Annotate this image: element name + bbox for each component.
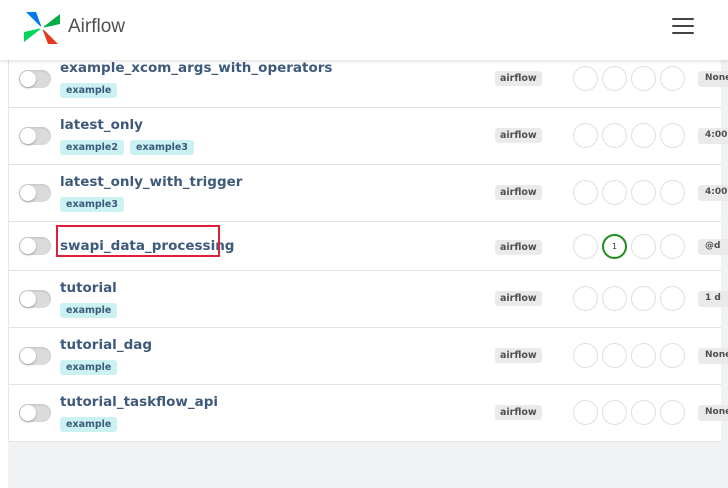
dag-row: latest_only example2 example3 airflow 4:… (9, 108, 728, 165)
dag-row: swapi_data_processing airflow 1 @d (9, 222, 728, 271)
dag-tag[interactable]: example (60, 303, 118, 318)
task-state-circle[interactable] (573, 234, 598, 259)
task-state-circle[interactable] (573, 66, 598, 91)
dag-link[interactable]: tutorial_taskflow_api (60, 394, 218, 410)
schedule-badge[interactable]: None (698, 71, 728, 87)
task-state-circle[interactable] (660, 66, 685, 91)
dag-tags: example (60, 417, 118, 432)
task-state-circle[interactable] (602, 123, 627, 148)
dag-link[interactable]: latest_only_with_trigger (60, 174, 242, 190)
owner-badge[interactable]: airflow (495, 71, 542, 86)
recent-tasks (573, 66, 685, 91)
top-navbar: Airflow (0, 0, 728, 60)
recent-tasks (573, 343, 685, 368)
dag-pause-toggle[interactable] (19, 127, 51, 145)
dag-row: tutorial_taskflow_api example airflow No… (9, 385, 728, 442)
task-state-circle[interactable] (660, 180, 685, 205)
dag-link[interactable]: latest_only (60, 117, 143, 133)
dag-pause-toggle[interactable] (19, 70, 51, 88)
recent-tasks (573, 180, 685, 205)
task-state-circle[interactable] (573, 180, 598, 205)
owner-badge[interactable]: airflow (495, 348, 542, 363)
dag-tags: example (60, 360, 118, 375)
owner-badge[interactable]: airflow (495, 185, 542, 200)
owner-badge[interactable]: airflow (495, 291, 542, 306)
dag-pause-toggle[interactable] (19, 290, 51, 308)
dag-link[interactable]: example_xcom_args_with_operators (60, 60, 332, 76)
owner-badge[interactable]: airflow (495, 405, 542, 420)
menu-icon[interactable] (672, 17, 696, 35)
task-state-circle[interactable] (660, 123, 685, 148)
task-state-circle[interactable] (573, 123, 598, 148)
task-state-circle[interactable] (602, 66, 627, 91)
task-state-circle[interactable] (660, 400, 685, 425)
dag-tags: example3 (60, 197, 124, 212)
dag-pause-toggle[interactable] (19, 404, 51, 422)
highlight-box (56, 225, 220, 257)
schedule-badge[interactable]: 4:00 (698, 128, 728, 144)
task-state-circle[interactable] (631, 234, 656, 259)
task-state-circle[interactable] (631, 400, 656, 425)
dag-tag[interactable]: example (60, 83, 118, 98)
dag-tag[interactable]: example (60, 360, 118, 375)
recent-tasks (573, 123, 685, 148)
dag-link[interactable]: tutorial_dag (60, 337, 152, 353)
dag-row: tutorial example airflow 1 d (9, 271, 728, 328)
schedule-badge[interactable]: @d (698, 239, 728, 255)
task-state-circle[interactable] (631, 343, 656, 368)
dag-tag[interactable]: example3 (60, 197, 124, 212)
schedule-badge[interactable]: 4:00 (698, 185, 728, 201)
task-state-circle[interactable] (602, 180, 627, 205)
schedule-badge[interactable]: None (698, 405, 728, 421)
dag-tag[interactable]: example (60, 417, 118, 432)
dag-rows: example_xcom_args_with_operators example… (8, 48, 728, 442)
dag-tags: example (60, 83, 118, 98)
task-state-circle[interactable] (573, 400, 598, 425)
task-state-circle[interactable] (602, 343, 627, 368)
owner-badge[interactable]: airflow (495, 128, 542, 143)
dag-tags: example2 example3 (60, 140, 194, 155)
dag-pause-toggle[interactable] (19, 184, 51, 202)
dag-pause-toggle[interactable] (19, 347, 51, 365)
task-state-circle[interactable] (602, 400, 627, 425)
dag-tag[interactable]: example3 (130, 140, 194, 155)
task-state-circle[interactable] (660, 286, 685, 311)
recent-tasks (573, 286, 685, 311)
dag-tag[interactable]: example2 (60, 140, 124, 155)
dag-table: example_xcom_args_with_operators example… (8, 48, 728, 488)
task-state-circle[interactable] (631, 123, 656, 148)
task-state-circle[interactable] (660, 234, 685, 259)
brand-name[interactable]: Airflow (68, 16, 125, 38)
task-state-circle[interactable] (631, 286, 656, 311)
task-state-circle[interactable] (631, 180, 656, 205)
owner-badge[interactable]: airflow (495, 240, 542, 255)
recent-tasks (573, 400, 685, 425)
dag-link[interactable]: tutorial (60, 280, 117, 296)
task-state-circle[interactable] (602, 286, 627, 311)
task-state-circle[interactable] (631, 66, 656, 91)
task-state-circle[interactable] (660, 343, 685, 368)
airflow-dags-page: example_xcom_args_with_operators example… (0, 0, 728, 488)
task-success-circle[interactable]: 1 (602, 234, 627, 259)
dag-tags: example (60, 303, 118, 318)
schedule-badge[interactable]: None (698, 348, 728, 364)
airflow-logo-icon[interactable] (22, 10, 62, 46)
dag-row: latest_only_with_trigger example3 airflo… (9, 165, 728, 222)
task-state-circle[interactable] (573, 286, 598, 311)
dag-pause-toggle[interactable] (19, 237, 51, 255)
dag-row: tutorial_dag example airflow None (9, 328, 728, 385)
task-state-circle[interactable] (573, 343, 598, 368)
schedule-badge[interactable]: 1 d (698, 291, 728, 307)
recent-tasks: 1 (573, 234, 685, 259)
